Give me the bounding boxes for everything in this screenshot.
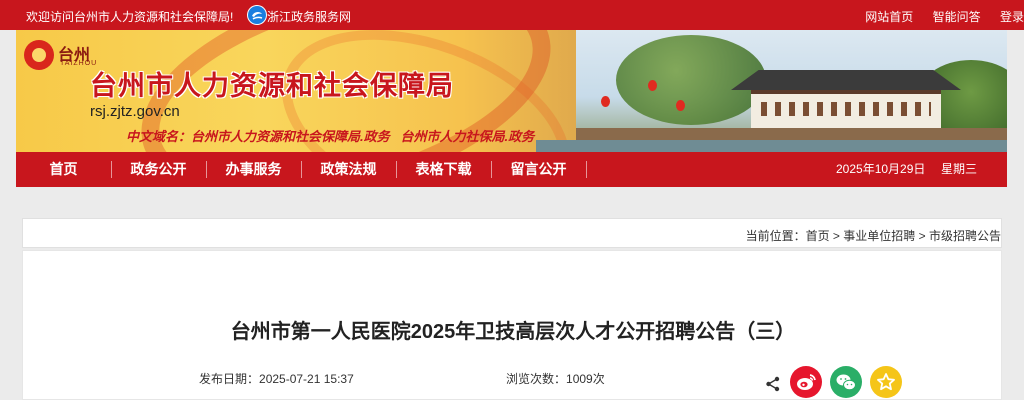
lantern-icon: [601, 96, 610, 107]
favorite-star-icon[interactable]: [870, 366, 902, 398]
nav-item-forms[interactable]: 表格下载: [396, 152, 491, 187]
breadcrumb-label: 当前位置：: [745, 229, 806, 243]
weibo-icon[interactable]: [790, 366, 822, 398]
breadcrumb-separator: >: [915, 229, 929, 243]
publish-date-value: 2025-07-21 15:37: [259, 372, 354, 386]
nav-item-services[interactable]: 办事服务: [206, 152, 301, 187]
site-domain: rsj.zjtz.gov.cn: [90, 103, 180, 120]
view-count: 浏览次数：1009次: [506, 370, 605, 387]
banner-pavilion-roof: [731, 70, 961, 90]
banner-tree: [616, 35, 766, 125]
breadcrumb: 当前位置：首页 > 事业单位招聘 > 市级招聘公告: [746, 227, 1001, 244]
welcome-text: 欢迎访问台州市人力资源和社会保障局!: [26, 10, 234, 24]
top-bar: 欢迎访问台州市人力资源和社会保障局! 浙江政务服务网 网站首页 智能问答 登录: [0, 0, 1024, 30]
taizhou-logo-icon[interactable]: [24, 40, 54, 70]
zhejiang-gov-logo-icon[interactable]: [247, 5, 267, 25]
chinese-domain-name: 中文域名：台州市人力资源和社会保障局.政务 台州市人力社保局.政务: [126, 126, 534, 145]
top-links: 网站首页 智能问答 登录: [865, 8, 1024, 25]
current-weekday: 星期三: [941, 162, 978, 176]
nav-item-home[interactable]: 首页: [16, 152, 111, 187]
zhejiang-gov-service-link[interactable]: 浙江政务服务网: [267, 8, 351, 25]
publish-date: 发布日期：2025-07-21 15:37: [199, 370, 354, 387]
chinese-domain-label: 中文域名：: [126, 129, 192, 144]
home-link[interactable]: 网站首页: [865, 10, 913, 24]
chinese-domain-value: 台州市人力资源和社会保障局.政务 台州市人力社保局.政务: [191, 129, 535, 144]
banner-walkway: [576, 128, 1007, 140]
breadcrumb-city-recruitment-notices[interactable]: 市级招聘公告: [929, 229, 1001, 243]
article-container: 台州市第一人民医院2025年卫技高层次人才公开招聘公告（三） 发布日期：2025…: [22, 250, 1002, 400]
breadcrumb-home[interactable]: 首页: [806, 229, 830, 243]
smart-qa-link[interactable]: 智能问答: [933, 10, 981, 24]
view-count-label: 浏览次数：: [506, 372, 567, 386]
publish-date-label: 发布日期：: [199, 372, 260, 386]
lantern-icon: [648, 80, 657, 91]
share-icon[interactable]: [764, 375, 782, 393]
nav-item-gov-affairs[interactable]: 政务公开: [111, 152, 206, 187]
nav-separator: [586, 161, 587, 178]
site-title: 台州市人力资源和社会保障局: [90, 71, 454, 101]
breadcrumb-public-institution-recruitment[interactable]: 事业单位招聘: [843, 229, 915, 243]
breadcrumb-bar: 当前位置：首页 > 事业单位招聘 > 市级招聘公告: [22, 218, 1002, 248]
banner-pavilion: [751, 90, 941, 128]
breadcrumb-separator: >: [829, 229, 844, 243]
current-date: 2025年10月29日: [836, 162, 926, 176]
login-link[interactable]: 登录: [1000, 10, 1024, 24]
nav-item-policies[interactable]: 政策法规: [301, 152, 396, 187]
view-count-value: 1009次: [566, 372, 605, 386]
nav-item-messages[interactable]: 留言公开: [491, 152, 586, 187]
banner-water: [536, 140, 1007, 152]
wechat-icon[interactable]: [830, 366, 862, 398]
article-title: 台州市第一人民医院2025年卫技高层次人才公开招聘公告（三）: [230, 321, 796, 343]
main-nav: 首页 政务公开 办事服务 政策法规 表格下载 留言公开 2025年10月29日 …: [16, 152, 1007, 187]
lantern-icon: [676, 100, 685, 111]
